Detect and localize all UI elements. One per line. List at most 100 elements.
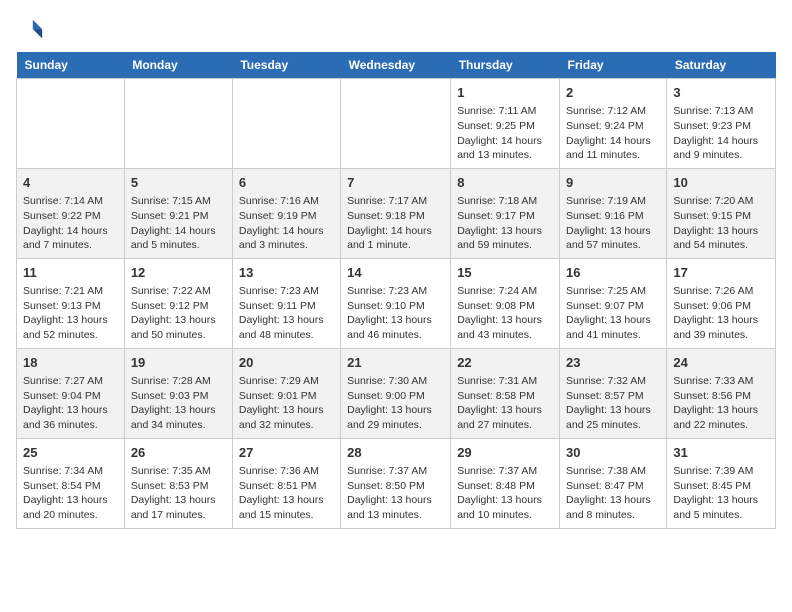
cell-content: Sunrise: 7:23 AM Sunset: 9:10 PM Dayligh…	[347, 284, 444, 343]
calendar-week-5: 25Sunrise: 7:34 AM Sunset: 8:54 PM Dayli…	[17, 438, 776, 528]
day-number: 25	[23, 444, 118, 462]
cell-content: Sunrise: 7:32 AM Sunset: 8:57 PM Dayligh…	[566, 374, 660, 433]
calendar-cell-3-5: 15 Sunrise: 7:24 AM Sunset: 9:08 PM Dayli…	[451, 258, 560, 348]
day-number: 6	[239, 174, 334, 192]
calendar-week-4: 18 Sunrise: 7:27 AM Sunset: 9:04 PM Dayli…	[17, 348, 776, 438]
day-number: 27	[239, 444, 334, 462]
calendar-cell-2-3: 6 Sunrise: 7:16 AM Sunset: 9:19 PM Daylig…	[232, 168, 340, 258]
cell-content: Sunrise: 7:27 AM Sunset: 9:04 PM Dayligh…	[23, 374, 118, 433]
cell-content: Sunrise: 7:33 AM Sunset: 8:56 PM Dayligh…	[673, 374, 769, 433]
day-number: 1	[457, 84, 553, 102]
cell-content: Sunrise: 7:36 AM Sunset: 8:51 PM Dayligh…	[239, 464, 334, 523]
calendar-week-1: 1 Sunrise: 7:11 AM Sunset: 9:25 PM Daylig…	[17, 79, 776, 169]
calendar-cell-1-4	[341, 79, 451, 169]
calendar-header-row: SundayMondayTuesdayWednesdayThursdayFrid…	[17, 52, 776, 79]
col-header-sunday: Sunday	[17, 52, 125, 79]
calendar-table: SundayMondayTuesdayWednesdayThursdayFrid…	[16, 52, 776, 529]
cell-content: Sunrise: 7:15 AM Sunset: 9:21 PM Dayligh…	[131, 194, 226, 253]
cell-content: Sunrise: 7:31 AM Sunset: 8:58 PM Dayligh…	[457, 374, 553, 433]
cell-content: Sunrise: 7:18 AM Sunset: 9:17 PM Dayligh…	[457, 194, 553, 253]
calendar-cell-1-5: 1 Sunrise: 7:11 AM Sunset: 9:25 PM Daylig…	[451, 79, 560, 169]
day-number: 24	[673, 354, 769, 372]
cell-content: Sunrise: 7:21 AM Sunset: 9:13 PM Dayligh…	[23, 284, 118, 343]
cell-content: Sunrise: 7:39 AM Sunset: 8:45 PM Dayligh…	[673, 464, 769, 523]
day-number: 13	[239, 264, 334, 282]
col-header-tuesday: Tuesday	[232, 52, 340, 79]
day-number: 31	[673, 444, 769, 462]
col-header-monday: Monday	[124, 52, 232, 79]
calendar-cell-1-1	[17, 79, 125, 169]
calendar-cell-5-1: 25Sunrise: 7:34 AM Sunset: 8:54 PM Dayli…	[17, 438, 125, 528]
calendar-cell-2-1: 4Sunrise: 7:14 AM Sunset: 9:22 PM Daylig…	[17, 168, 125, 258]
cell-content: Sunrise: 7:26 AM Sunset: 9:06 PM Dayligh…	[673, 284, 769, 343]
calendar-cell-3-1: 11 Sunrise: 7:21 AM Sunset: 9:13 PM Dayli…	[17, 258, 125, 348]
cell-content: Sunrise: 7:14 AM Sunset: 9:22 PM Dayligh…	[23, 194, 118, 253]
day-number: 18	[23, 354, 118, 372]
cell-content: Sunrise: 7:25 AM Sunset: 9:07 PM Dayligh…	[566, 284, 660, 343]
calendar-cell-3-7: 17 Sunrise: 7:26 AM Sunset: 9:06 PM Dayli…	[667, 258, 776, 348]
cell-content: Sunrise: 7:35 AM Sunset: 8:53 PM Dayligh…	[131, 464, 226, 523]
day-number: 11	[23, 264, 118, 282]
calendar-cell-4-4: 21 Sunrise: 7:30 AM Sunset: 9:00 PM Dayli…	[341, 348, 451, 438]
day-number: 8	[457, 174, 553, 192]
calendar-cell-1-6: 2Sunrise: 7:12 AM Sunset: 9:24 PM Daylig…	[560, 79, 667, 169]
calendar-cell-1-7: 3 Sunrise: 7:13 AM Sunset: 9:23 PM Daylig…	[667, 79, 776, 169]
cell-content: Sunrise: 7:29 AM Sunset: 9:01 PM Dayligh…	[239, 374, 334, 433]
calendar-cell-2-7: 10 Sunrise: 7:20 AM Sunset: 9:15 PM Dayli…	[667, 168, 776, 258]
logo-icon	[16, 16, 44, 44]
calendar-cell-3-2: 12 Sunrise: 7:22 AM Sunset: 9:12 PM Dayli…	[124, 258, 232, 348]
calendar-cell-5-3: 27 Sunrise: 7:36 AM Sunset: 8:51 PM Dayli…	[232, 438, 340, 528]
day-number: 5	[131, 174, 226, 192]
cell-content: Sunrise: 7:12 AM Sunset: 9:24 PM Dayligh…	[566, 104, 660, 163]
day-number: 20	[239, 354, 334, 372]
calendar-cell-4-3: 20 Sunrise: 7:29 AM Sunset: 9:01 PM Dayli…	[232, 348, 340, 438]
day-number: 21	[347, 354, 444, 372]
cell-content: Sunrise: 7:38 AM Sunset: 8:47 PM Dayligh…	[566, 464, 660, 523]
cell-content: Sunrise: 7:30 AM Sunset: 9:00 PM Dayligh…	[347, 374, 444, 433]
calendar-cell-5-7: 31 Sunrise: 7:39 AM Sunset: 8:45 PM Dayli…	[667, 438, 776, 528]
cell-content: Sunrise: 7:24 AM Sunset: 9:08 PM Dayligh…	[457, 284, 553, 343]
day-number: 17	[673, 264, 769, 282]
col-header-thursday: Thursday	[451, 52, 560, 79]
calendar-cell-4-5: 22Sunrise: 7:31 AM Sunset: 8:58 PM Dayli…	[451, 348, 560, 438]
cell-content: Sunrise: 7:37 AM Sunset: 8:50 PM Dayligh…	[347, 464, 444, 523]
cell-content: Sunrise: 7:16 AM Sunset: 9:19 PM Dayligh…	[239, 194, 334, 253]
day-number: 10	[673, 174, 769, 192]
day-number: 30	[566, 444, 660, 462]
day-number: 15	[457, 264, 553, 282]
day-number: 26	[131, 444, 226, 462]
calendar-cell-2-2: 5 Sunrise: 7:15 AM Sunset: 9:21 PM Daylig…	[124, 168, 232, 258]
day-number: 12	[131, 264, 226, 282]
cell-content: Sunrise: 7:28 AM Sunset: 9:03 PM Dayligh…	[131, 374, 226, 433]
col-header-wednesday: Wednesday	[341, 52, 451, 79]
cell-content: Sunrise: 7:11 AM Sunset: 9:25 PM Dayligh…	[457, 104, 553, 163]
calendar-cell-4-7: 24 Sunrise: 7:33 AM Sunset: 8:56 PM Dayli…	[667, 348, 776, 438]
day-number: 23	[566, 354, 660, 372]
header	[16, 16, 776, 44]
calendar-cell-2-6: 9Sunrise: 7:19 AM Sunset: 9:16 PM Daylig…	[560, 168, 667, 258]
cell-content: Sunrise: 7:13 AM Sunset: 9:23 PM Dayligh…	[673, 104, 769, 163]
day-number: 3	[673, 84, 769, 102]
calendar-cell-4-1: 18 Sunrise: 7:27 AM Sunset: 9:04 PM Dayli…	[17, 348, 125, 438]
calendar-cell-5-2: 26 Sunrise: 7:35 AM Sunset: 8:53 PM Dayli…	[124, 438, 232, 528]
calendar-cell-1-3	[232, 79, 340, 169]
col-header-saturday: Saturday	[667, 52, 776, 79]
calendar-cell-3-4: 14Sunrise: 7:23 AM Sunset: 9:10 PM Dayli…	[341, 258, 451, 348]
calendar-cell-2-4: 7Sunrise: 7:17 AM Sunset: 9:18 PM Daylig…	[341, 168, 451, 258]
day-number: 28	[347, 444, 444, 462]
cell-content: Sunrise: 7:23 AM Sunset: 9:11 PM Dayligh…	[239, 284, 334, 343]
day-number: 7	[347, 174, 444, 192]
col-header-friday: Friday	[560, 52, 667, 79]
day-number: 19	[131, 354, 226, 372]
cell-content: Sunrise: 7:20 AM Sunset: 9:15 PM Dayligh…	[673, 194, 769, 253]
calendar-cell-2-5: 8 Sunrise: 7:18 AM Sunset: 9:17 PM Daylig…	[451, 168, 560, 258]
cell-content: Sunrise: 7:22 AM Sunset: 9:12 PM Dayligh…	[131, 284, 226, 343]
calendar-cell-4-6: 23 Sunrise: 7:32 AM Sunset: 8:57 PM Dayli…	[560, 348, 667, 438]
day-number: 16	[566, 264, 660, 282]
day-number: 29	[457, 444, 553, 462]
calendar-cell-5-4: 28 Sunrise: 7:37 AM Sunset: 8:50 PM Dayli…	[341, 438, 451, 528]
cell-content: Sunrise: 7:19 AM Sunset: 9:16 PM Dayligh…	[566, 194, 660, 253]
calendar-cell-3-6: 16 Sunrise: 7:25 AM Sunset: 9:07 PM Dayli…	[560, 258, 667, 348]
calendar-cell-4-2: 19 Sunrise: 7:28 AM Sunset: 9:03 PM Dayli…	[124, 348, 232, 438]
calendar-week-3: 11 Sunrise: 7:21 AM Sunset: 9:13 PM Dayli…	[17, 258, 776, 348]
